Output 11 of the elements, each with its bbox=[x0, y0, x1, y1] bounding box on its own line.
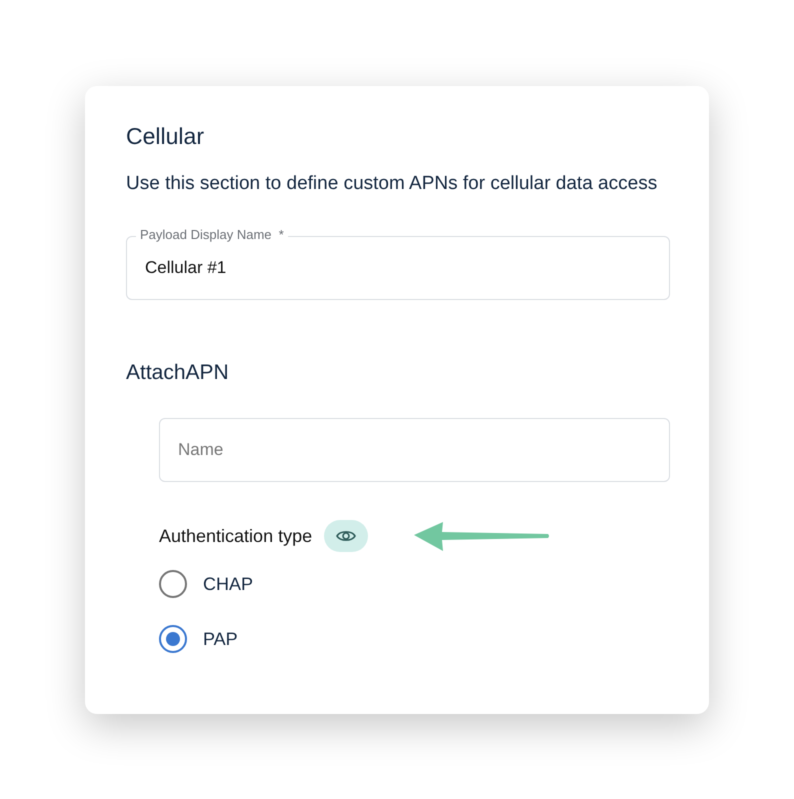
card-title: Cellular bbox=[126, 122, 205, 150]
description-text: Use this section to define custom APNs for cellular data access bbox=[126, 172, 658, 196]
eye-icon[interactable] bbox=[324, 520, 368, 552]
name-field[interactable]: Name bbox=[159, 418, 670, 482]
field-label: Payload Display Name * bbox=[136, 227, 288, 243]
field-label: Authentication type bbox=[159, 525, 312, 548]
section-heading: AttachAPN bbox=[126, 360, 230, 386]
radio-button[interactable] bbox=[159, 570, 187, 598]
radio-label[interactable]: PAP bbox=[203, 626, 238, 652]
radio-label[interactable]: CHAP bbox=[203, 570, 254, 598]
radio-button[interactable] bbox=[159, 625, 187, 653]
